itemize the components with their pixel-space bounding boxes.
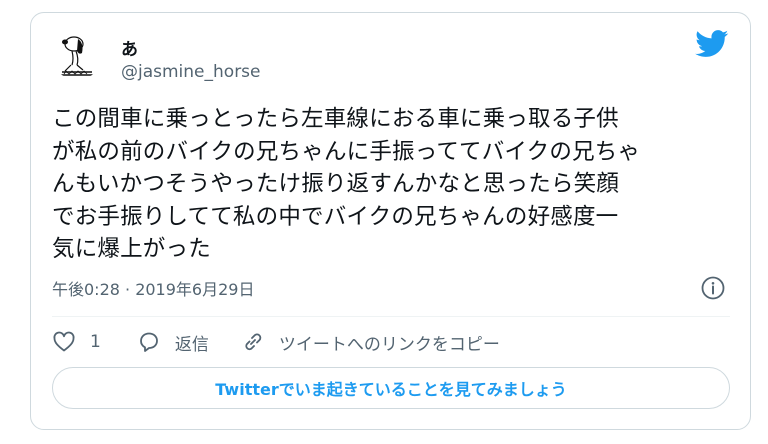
snoopy-avatar-icon bbox=[60, 36, 94, 76]
copy-link-button[interactable]: ツイートへのリンクをコピー bbox=[241, 330, 500, 355]
like-button[interactable]: 1 bbox=[52, 330, 101, 354]
action-bar: 1 返信 ツイートへのリンクをコピー bbox=[52, 329, 500, 355]
like-count: 1 bbox=[90, 332, 101, 352]
tweet-text: この間車に乗っとったら左車線におる車に乗っ取る子供 が私の前のバイクの兄ちゃんに… bbox=[52, 106, 641, 263]
link-icon bbox=[245, 333, 262, 351]
copy-link-label: ツイートへのリンクをコピー bbox=[278, 334, 500, 355]
reply-label: 返信 bbox=[174, 334, 209, 355]
reply-bubble-icon bbox=[139, 332, 158, 352]
user-handle[interactable]: @jasmine_horse bbox=[121, 62, 261, 82]
tweet-timestamp[interactable]: 午後0:28 · 2019年6月29日 bbox=[52, 276, 254, 300]
twitter-bird-icon[interactable] bbox=[695, 30, 729, 58]
divider bbox=[52, 316, 730, 317]
avatar[interactable] bbox=[52, 30, 102, 80]
info-icon[interactable] bbox=[701, 276, 725, 300]
heart-icon bbox=[53, 331, 75, 352]
display-name[interactable]: あ bbox=[121, 35, 138, 60]
reply-button[interactable]: 返信 bbox=[137, 330, 209, 355]
read-more-button[interactable]: Twitterでいま起きていることを見てみましょう bbox=[52, 367, 730, 409]
